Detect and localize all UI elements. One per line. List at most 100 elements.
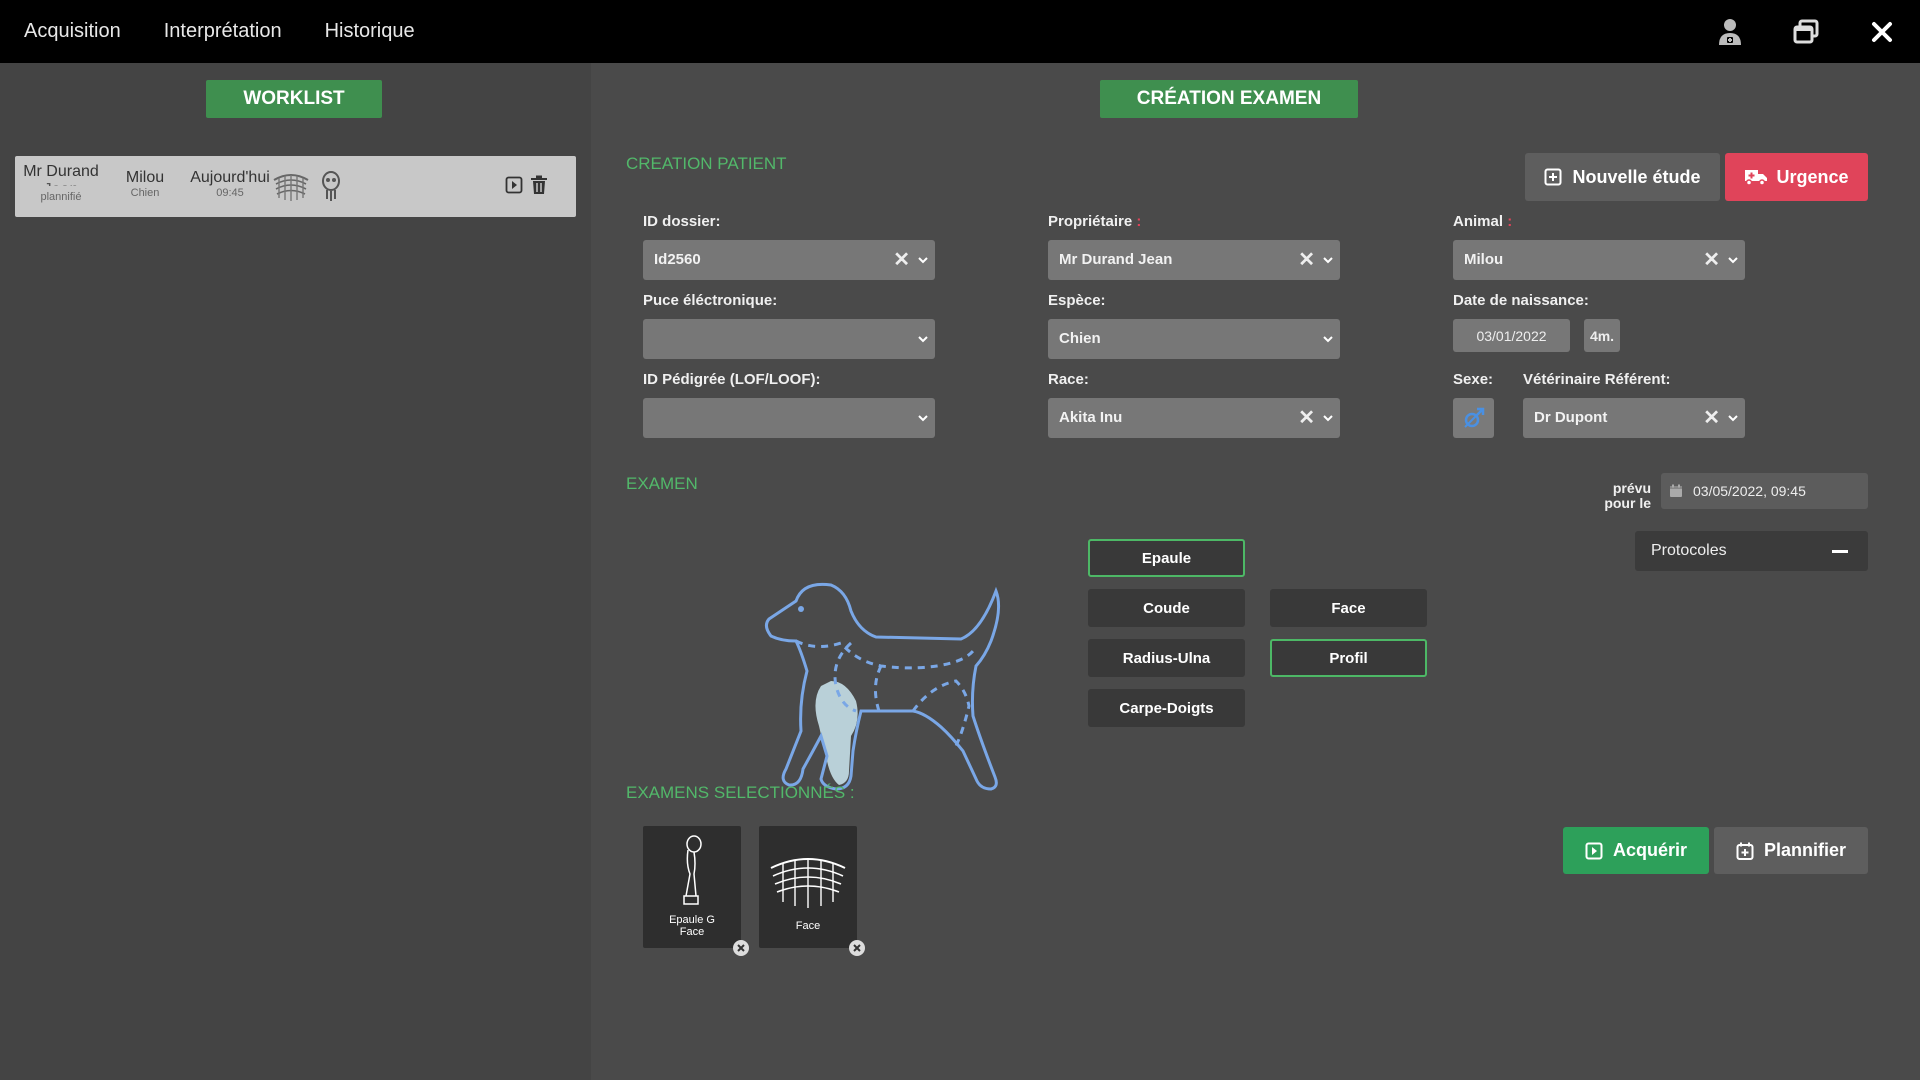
animal-label-text: Animal bbox=[1453, 213, 1504, 230]
calendar-plus-icon bbox=[1736, 842, 1754, 860]
exam-epaule-button[interactable]: Epaule bbox=[1088, 539, 1245, 577]
veterinaire-value: Dr Dupont bbox=[1534, 409, 1608, 426]
exam-radius-ulna-button[interactable]: Radius-Ulna bbox=[1088, 639, 1245, 677]
animal-value: Milou bbox=[1464, 251, 1504, 268]
proprietaire-value: Mr Durand Jean bbox=[1059, 251, 1173, 268]
shoulder-bone-icon bbox=[683, 835, 702, 905]
proprietaire-label: Propriétaire : bbox=[1048, 213, 1141, 230]
prevu-date-input[interactable]: 03/05/2022, 09:45 bbox=[1661, 473, 1868, 509]
required-mark: : bbox=[1507, 213, 1513, 230]
main-menu: Acquisition Interprétation Historique bbox=[24, 20, 415, 43]
worklist-day: Aujourd'hui bbox=[190, 169, 270, 186]
exam-coude-button[interactable]: Coude bbox=[1088, 589, 1245, 627]
worklist-time: 09:45 bbox=[216, 187, 244, 199]
minus-icon bbox=[1832, 550, 1848, 553]
worklist-animal: Milou Chien bbox=[115, 169, 175, 199]
head-icon bbox=[320, 170, 342, 207]
puce-select[interactable] bbox=[643, 319, 935, 359]
race-label: Race: bbox=[1048, 371, 1089, 388]
exam-face-button[interactable]: Face bbox=[1270, 589, 1427, 627]
male-neutered-icon bbox=[1463, 407, 1484, 428]
required-mark: : bbox=[1136, 213, 1142, 230]
creation-title: CRÉATION EXAMEN bbox=[1100, 80, 1358, 118]
worklist-species: Chien bbox=[130, 187, 160, 199]
worklist-animal-name: Milou bbox=[125, 169, 165, 186]
exam-carpe-doigts-button[interactable]: Carpe-Doigts bbox=[1088, 689, 1245, 727]
sexe-toggle[interactable] bbox=[1453, 398, 1494, 438]
id-dossier-select[interactable]: Id2560 ✕ bbox=[643, 240, 935, 280]
doctor-icon[interactable] bbox=[1692, 0, 1768, 63]
prevu-date-value: 03/05/2022, 09:45 bbox=[1693, 483, 1806, 499]
menu-interpretation[interactable]: Interprétation bbox=[164, 20, 282, 43]
exam-profil-button[interactable]: Profil bbox=[1270, 639, 1427, 677]
clear-icon[interactable]: ✕ bbox=[893, 247, 910, 272]
animal-label: Animal : bbox=[1453, 213, 1512, 230]
window-controls bbox=[1692, 0, 1920, 63]
sexe-label: Sexe: bbox=[1453, 371, 1494, 388]
acquerir-label: Acquérir bbox=[1612, 840, 1688, 860]
age-badge: 4m. bbox=[1584, 319, 1620, 352]
selected-exam-label-line1: Epaule G bbox=[669, 914, 715, 926]
remove-exam-icon[interactable] bbox=[849, 940, 865, 956]
naissance-date-input[interactable]: 03/01/2022 bbox=[1453, 319, 1570, 352]
patient-section-title: CREATION PATIENT bbox=[626, 154, 787, 173]
acquerir-button[interactable]: Acquérir bbox=[1563, 827, 1709, 874]
chevron-down-icon bbox=[1323, 415, 1333, 422]
protocoles-panel-toggle[interactable]: Protocoles bbox=[1635, 531, 1868, 571]
worklist-panel: WORKLIST Mr Durand Jean plannifié Milou … bbox=[0, 63, 591, 1080]
selected-exam-label: Face bbox=[795, 920, 821, 932]
worklist-title: WORKLIST bbox=[206, 80, 382, 118]
play-icon bbox=[1585, 842, 1603, 859]
worklist-owner-name: Mr Durand bbox=[23, 163, 99, 180]
trash-icon[interactable] bbox=[530, 175, 548, 200]
selected-exam-card[interactable]: Face bbox=[759, 826, 865, 956]
espece-label: Espèce: bbox=[1048, 292, 1106, 309]
examen-section-title: EXAMEN bbox=[626, 474, 698, 493]
naissance-label: Date de naissance: bbox=[1453, 292, 1589, 309]
play-icon[interactable] bbox=[505, 176, 523, 199]
menu-historique[interactable]: Historique bbox=[325, 20, 415, 43]
espece-value: Chien bbox=[1059, 330, 1101, 347]
protocoles-label: Protocoles bbox=[1651, 542, 1727, 559]
clear-icon[interactable]: ✕ bbox=[1298, 405, 1315, 430]
pedigree-label: ID Pédigrée (LOF/LOOF): bbox=[643, 371, 821, 388]
id-dossier-label: ID dossier: bbox=[643, 213, 721, 230]
worklist-row[interactable]: Mr Durand Jean plannifié Milou Chien Auj… bbox=[15, 156, 576, 217]
restore-windows-icon[interactable] bbox=[1768, 0, 1844, 63]
pedigree-select[interactable] bbox=[643, 398, 935, 438]
selected-exam-card[interactable]: Epaule G Face bbox=[643, 826, 749, 956]
id-dossier-value: Id2560 bbox=[654, 251, 701, 268]
chevron-down-icon bbox=[918, 257, 928, 264]
clear-icon[interactable]: ✕ bbox=[1703, 247, 1720, 272]
nouvelle-etude-label: Nouvelle étude bbox=[1572, 166, 1701, 187]
clear-icon[interactable]: ✕ bbox=[1703, 405, 1720, 430]
prevu-label-line1: prévu bbox=[1612, 480, 1651, 496]
chevron-down-icon bbox=[918, 336, 928, 343]
urgence-label: Urgence bbox=[1776, 166, 1849, 187]
animal-select[interactable]: Milou ✕ bbox=[1453, 240, 1745, 280]
clear-icon[interactable]: ✕ bbox=[1298, 247, 1315, 272]
espece-select[interactable]: Chien bbox=[1048, 319, 1340, 359]
selected-exam-label-line2: Face bbox=[679, 926, 705, 938]
close-icon[interactable] bbox=[1844, 0, 1920, 63]
menu-acquisition[interactable]: Acquisition bbox=[24, 20, 121, 43]
veterinaire-select[interactable]: Dr Dupont ✕ bbox=[1523, 398, 1745, 438]
planifier-button[interactable]: Plannifier bbox=[1714, 827, 1868, 874]
race-value: Akita Inu bbox=[1059, 409, 1123, 426]
worklist-owner-name-cut: Jean bbox=[22, 181, 100, 186]
calendar-icon bbox=[1670, 484, 1682, 497]
remove-exam-icon[interactable] bbox=[733, 940, 749, 956]
selected-exams-title: EXAMENS SELECTIONNÉS : bbox=[626, 783, 855, 802]
race-select[interactable]: Akita Inu ✕ bbox=[1048, 398, 1340, 438]
chevron-down-icon bbox=[1323, 336, 1333, 343]
urgence-button[interactable]: Urgence bbox=[1725, 153, 1868, 201]
veterinaire-label: Vétérinaire Référent: bbox=[1523, 371, 1671, 388]
nouvelle-etude-button[interactable]: Nouvelle étude bbox=[1525, 153, 1720, 201]
top-bar: Acquisition Interprétation Historique bbox=[0, 0, 1920, 63]
proprietaire-select[interactable]: Mr Durand Jean ✕ bbox=[1048, 240, 1340, 280]
worklist-date: Aujourd'hui 09:45 bbox=[185, 169, 275, 199]
creation-panel: CRÉATION EXAMEN CREATION PATIENT Nouvell… bbox=[591, 63, 1920, 1080]
proprietaire-label-text: Propriétaire bbox=[1048, 213, 1133, 230]
dog-anatomy-diagram[interactable] bbox=[741, 531, 1011, 811]
prevu-label-line2: pour le bbox=[1604, 495, 1651, 511]
